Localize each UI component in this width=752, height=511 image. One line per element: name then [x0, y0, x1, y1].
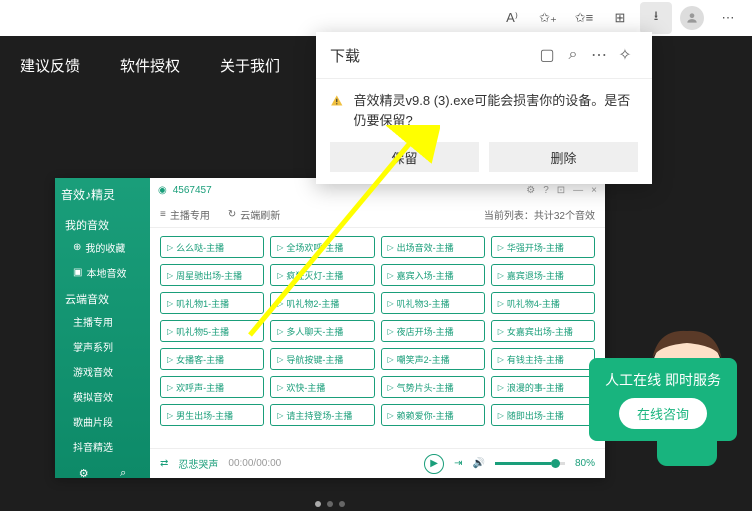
- sidebar-local[interactable]: ▣本地音效: [55, 260, 150, 285]
- delete-button[interactable]: 删除: [489, 142, 638, 172]
- sound-button[interactable]: 赖赖爱你-主播: [381, 404, 485, 426]
- help-icon[interactable]: ?: [543, 185, 549, 196]
- download-title: 下载: [330, 45, 534, 66]
- sound-button[interactable]: 气势片头-主播: [381, 376, 485, 398]
- warning-icon: [330, 93, 344, 109]
- settings-icon[interactable]: ⚙: [79, 467, 89, 480]
- sound-grid: 么么哒-主播全场欢呼-主播出场音效-主播华强开场-主播周星驰出场-主播疯狂灭灯-…: [150, 228, 605, 448]
- settings-icon[interactable]: ⚙: [526, 185, 535, 196]
- track-name: 忍悲哭声: [178, 456, 218, 471]
- favorites-icon[interactable]: ✩≡: [568, 2, 600, 34]
- pin-icon[interactable]: ✧: [612, 42, 638, 68]
- sidebar-section-my[interactable]: 我的音效: [55, 211, 150, 235]
- download-panel: 下载 ▢ ⌕ ⋯ ✧ 音效精灵v9.8 (3).exe可能会损害你的设备。是否仍…: [316, 32, 652, 184]
- sound-button[interactable]: 出场音效-主播: [381, 236, 485, 258]
- profile-icon[interactable]: [676, 2, 708, 34]
- more-icon[interactable]: ⋯: [586, 42, 612, 68]
- sound-button[interactable]: 嘉宾入场-主播: [381, 264, 485, 286]
- sound-count: 当前列表：共计32个音效: [484, 207, 595, 222]
- user-icon: ◉: [158, 185, 167, 196]
- collections-icon[interactable]: ⊞: [604, 2, 636, 34]
- keep-button[interactable]: 保留: [330, 142, 479, 172]
- search-icon[interactable]: ⌕: [120, 467, 126, 480]
- app-window: 音效♪精灵 我的音效 ⊕我的收藏 ▣本地音效 云端音效 主播专用 掌声系列 游戏…: [55, 178, 605, 478]
- track-time: 00:00/00:00: [228, 458, 281, 469]
- toolbar-tab1[interactable]: ≡主播专用: [160, 207, 210, 222]
- sound-button[interactable]: 叽礼物2-主播: [270, 292, 374, 314]
- sound-button[interactable]: 周星驰出场-主播: [160, 264, 264, 286]
- sound-button[interactable]: 导航按键-主播: [270, 348, 374, 370]
- sound-button[interactable]: 欢快-主播: [270, 376, 374, 398]
- nav-license[interactable]: 软件授权: [120, 55, 180, 76]
- sound-button[interactable]: 欢呼声-主播: [160, 376, 264, 398]
- sound-button[interactable]: 浪漫的事-主播: [491, 376, 595, 398]
- sidebar-section-cloud[interactable]: 云端音效: [55, 285, 150, 309]
- sound-button[interactable]: 疯狂灭灯-主播: [270, 264, 374, 286]
- downloads-icon[interactable]: ⭳: [640, 2, 672, 34]
- sound-button[interactable]: 叽礼物3-主播: [381, 292, 485, 314]
- sound-button[interactable]: 华强开场-主播: [491, 236, 595, 258]
- menu-icon[interactable]: ⋯: [712, 2, 744, 34]
- sidebar-item[interactable]: 主播专用: [55, 309, 150, 334]
- volume-percent: 80%: [575, 458, 595, 469]
- carousel-dots[interactable]: [315, 501, 345, 507]
- sound-button[interactable]: 叽礼物4-主播: [491, 292, 595, 314]
- sound-button[interactable]: 随即出场-主播: [491, 404, 595, 426]
- next-icon[interactable]: ⇥: [454, 458, 462, 469]
- sound-button[interactable]: 男生出场-主播: [160, 404, 264, 426]
- chat-text: 人工在线 即时服务: [605, 370, 721, 390]
- app-sidebar: 音效♪精灵 我的音效 ⊕我的收藏 ▣本地音效 云端音效 主播专用 掌声系列 游戏…: [55, 178, 150, 478]
- sound-button[interactable]: 叽礼物1-主播: [160, 292, 264, 314]
- volume-icon[interactable]: 🔊: [473, 458, 485, 469]
- minimize-icon[interactable]: —: [573, 185, 583, 196]
- sound-button[interactable]: 请主持登场-主播: [270, 404, 374, 426]
- sound-button[interactable]: 女嘉宾出场-主播: [491, 320, 595, 342]
- app-logo: 音效♪精灵: [55, 178, 150, 211]
- sidebar-item[interactable]: 游戏音效: [55, 359, 150, 384]
- search-icon[interactable]: ⌕: [560, 42, 586, 68]
- sidebar-item[interactable]: 抖音精选: [55, 434, 150, 459]
- close-icon[interactable]: ×: [591, 185, 597, 196]
- sidebar-item[interactable]: 掌声系列: [55, 334, 150, 359]
- add-favorite-icon[interactable]: ✩₊: [532, 2, 564, 34]
- shuffle-icon[interactable]: ⇄: [160, 458, 168, 469]
- nav-feedback[interactable]: 建议反馈: [20, 55, 80, 76]
- sound-button[interactable]: 嘉宾退场-主播: [491, 264, 595, 286]
- user-id: 4567457: [173, 185, 212, 196]
- folder-icon[interactable]: ▢: [534, 42, 560, 68]
- sound-button[interactable]: 女播客-主播: [160, 348, 264, 370]
- sidebar-item[interactable]: 模拟音效: [55, 384, 150, 409]
- sound-button[interactable]: 全场欢呼-主播: [270, 236, 374, 258]
- toolbar-tab2[interactable]: ↻云端刷新: [228, 207, 280, 222]
- download-warning-message: 音效精灵v9.8 (3).exe可能会损害你的设备。是否仍要保留?: [354, 91, 638, 130]
- volume-slider[interactable]: [495, 462, 565, 465]
- sound-button[interactable]: 叽礼物5-主播: [160, 320, 264, 342]
- tool-icon[interactable]: ⊡: [557, 185, 565, 196]
- sidebar-favorites[interactable]: ⊕我的收藏: [55, 235, 150, 260]
- play-button[interactable]: ▶: [424, 454, 444, 474]
- read-aloud-icon[interactable]: A⁾: [496, 2, 528, 34]
- sound-button[interactable]: 多人聊天-主播: [270, 320, 374, 342]
- sound-button[interactable]: 嘲笑声2-主播: [381, 348, 485, 370]
- nav-about[interactable]: 关于我们: [220, 55, 280, 76]
- chat-bubble: 人工在线 即时服务 在线咨询: [589, 358, 737, 441]
- chat-consult-button[interactable]: 在线咨询: [619, 398, 707, 429]
- sound-button[interactable]: 有钱主持-主播: [491, 348, 595, 370]
- sidebar-item[interactable]: 歌曲片段: [55, 409, 150, 434]
- sound-button[interactable]: 么么哒-主播: [160, 236, 264, 258]
- sound-button[interactable]: 夜店开场-主播: [381, 320, 485, 342]
